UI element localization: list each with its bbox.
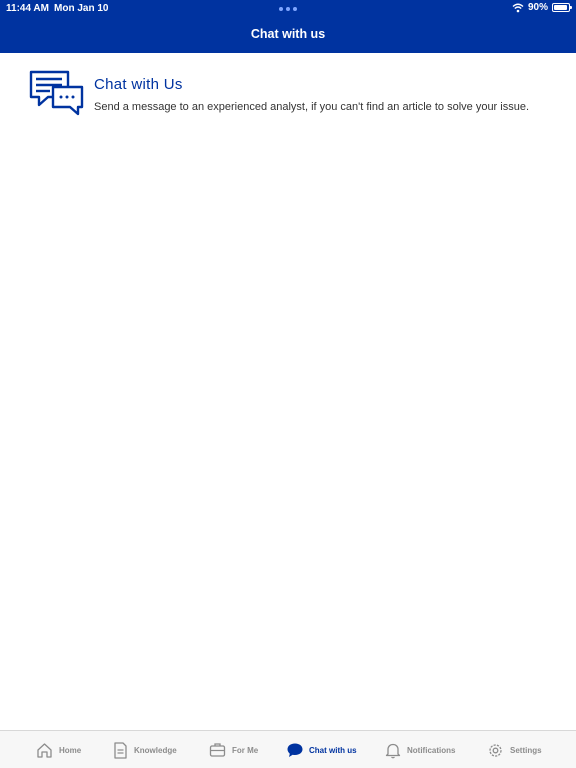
tab-label-knowledge: Knowledge bbox=[134, 745, 177, 755]
battery-icon bbox=[552, 3, 572, 12]
chat-bubbles-icon bbox=[29, 70, 84, 116]
document-icon bbox=[114, 741, 127, 759]
card-title: Chat with Us bbox=[94, 76, 183, 93]
battery-percent: 90% bbox=[527, 2, 548, 13]
briefcase-icon bbox=[209, 743, 226, 757]
tab-label-settings: Settings bbox=[510, 745, 542, 755]
status-right: 90% bbox=[512, 2, 572, 13]
tab-chat-with-us[interactable]: Chat with us bbox=[287, 739, 357, 761]
status-date: Mon Jan 10 bbox=[54, 3, 109, 14]
status-bar: 11:44 AM Mon Jan 10 90% bbox=[0, 0, 576, 20]
tab-notifications[interactable]: Notifications bbox=[385, 739, 455, 761]
tab-for-me[interactable]: For Me bbox=[209, 739, 258, 761]
tab-settings[interactable]: Settings bbox=[487, 739, 542, 761]
chat-bubble-icon bbox=[287, 743, 303, 757]
card-description: Send a message to an experienced analyst… bbox=[94, 101, 530, 113]
status-time: 11:44 AM bbox=[6, 3, 49, 14]
home-icon bbox=[37, 742, 52, 758]
nav-bar: Chat with us bbox=[0, 20, 576, 53]
chat-with-us-card[interactable]: Chat with Us Send a message to an experi… bbox=[28, 70, 558, 120]
tab-label-chat-with-us: Chat with us bbox=[309, 745, 357, 755]
multitasking-dots-icon[interactable] bbox=[279, 7, 297, 11]
tab-label-for-me: For Me bbox=[232, 745, 259, 755]
tab-label-notifications: Notifications bbox=[407, 745, 456, 755]
tab-knowledge[interactable]: Knowledge bbox=[113, 739, 177, 761]
bell-icon bbox=[385, 743, 401, 758]
tab-home[interactable]: Home bbox=[36, 739, 81, 761]
tab-label-home: Home bbox=[59, 745, 82, 755]
wifi-icon bbox=[512, 3, 524, 12]
tab-bar: Home Knowledge For Me Chat with us Notif… bbox=[0, 730, 576, 768]
page-title: Chat with us bbox=[250, 27, 326, 41]
gear-icon bbox=[489, 743, 502, 757]
